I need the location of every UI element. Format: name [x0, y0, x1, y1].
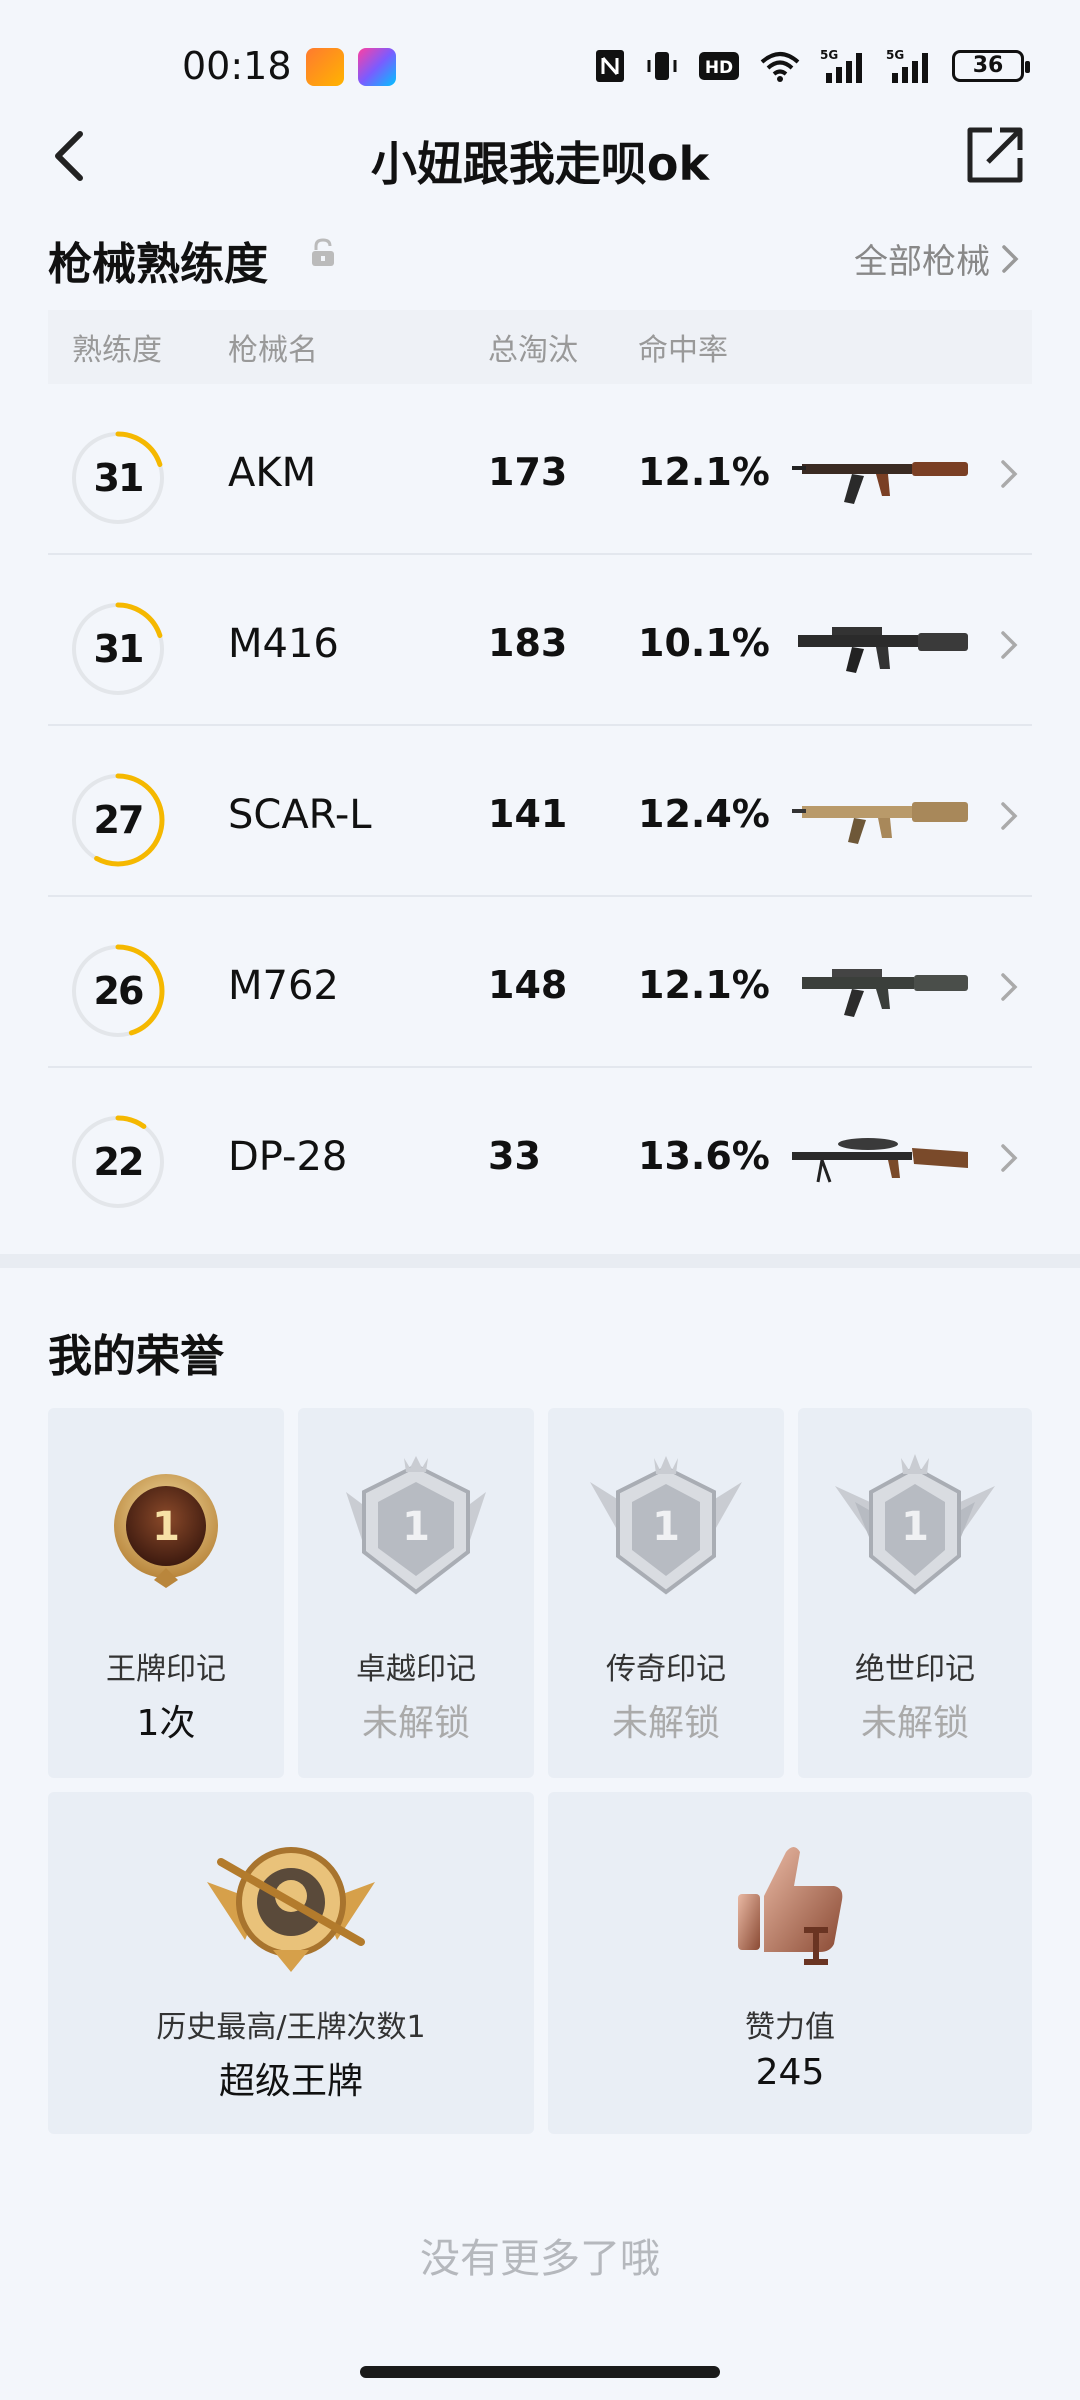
- proficiency-level: 31: [93, 456, 145, 500]
- weapon-kills: 173: [488, 450, 568, 494]
- ace-mark-emblem: 1: [114, 1474, 218, 1588]
- proficiency-level: 27: [93, 798, 145, 842]
- akm-rifle-image: [792, 462, 968, 504]
- chevron-right-icon: [1001, 802, 1018, 830]
- honor-card-ace[interactable]: 1 王牌印记 1次: [48, 1408, 284, 1778]
- home-indicator[interactable]: [360, 2366, 720, 2378]
- honor-card-highest-rank[interactable]: 历史最高/王牌次数1 超级王牌: [48, 1792, 534, 2134]
- honor-label: 赞力值: [745, 2010, 835, 2045]
- weapon-name: AKM: [228, 450, 317, 496]
- m762-rifle-image: [802, 969, 968, 1017]
- weapon-kills: 141: [488, 792, 568, 836]
- share-icon[interactable]: [964, 122, 1028, 186]
- top-bar: 小妞跟我走呗ok: [0, 112, 1080, 200]
- excellence-mark-emblem: 1: [346, 1456, 486, 1595]
- peerless-mark-number: 1: [901, 1504, 929, 1550]
- proficiency-level: 22: [93, 1140, 145, 1184]
- honor-value: 245: [755, 2052, 825, 2093]
- system-icons: HD 5G 5G 36: [594, 44, 1030, 88]
- honor-card-likes[interactable]: 赞力值 245: [548, 1792, 1032, 2134]
- game-app-icon: [306, 48, 344, 86]
- battery-icon: 36: [952, 50, 1030, 82]
- weapon-row-dp-28[interactable]: 22 DP-28 33 13.6%: [48, 1068, 1032, 1239]
- honor-card-peerless[interactable]: 1 绝世印记 未解锁: [798, 1408, 1032, 1778]
- honor-label: 历史最高/王牌次数1: [156, 2010, 426, 2045]
- svg-text:HD: HD: [705, 58, 733, 78]
- vibrate-icon: [647, 52, 677, 80]
- weapon-hit-rate: 10.1%: [638, 621, 770, 665]
- honor-value: 超级王牌: [218, 2061, 363, 2102]
- excellence-mark-number: 1: [402, 1504, 430, 1550]
- col-total-kills: 总淘汰: [488, 333, 578, 368]
- wifi-icon: [760, 52, 800, 82]
- honor-card-excellence[interactable]: 1 卓越印记 未解锁: [298, 1408, 534, 1778]
- honor-section-title: 我的荣誉: [48, 1331, 224, 1382]
- col-weapon-name: 枪械名: [228, 333, 318, 368]
- honor-label: 绝世印记: [855, 1652, 975, 1687]
- weapon-hit-rate: 12.1%: [638, 450, 770, 494]
- weapon-hit-rate: 12.4%: [638, 792, 770, 836]
- dp-28-lmg-image: [792, 1138, 968, 1183]
- weapon-name: SCAR-L: [228, 792, 372, 838]
- col-hit-rate: 命中率: [638, 333, 728, 368]
- honor-value: 未解锁: [611, 1703, 720, 1744]
- chevron-right-icon: [1001, 1144, 1018, 1172]
- weapon-name: M416: [228, 621, 339, 667]
- all-weapons-label: 全部枪械: [854, 242, 990, 282]
- weapons-section-title: 枪械熟练度: [48, 239, 268, 290]
- honor-label: 王牌印记: [106, 1652, 226, 1687]
- chevron-right-icon: [1001, 973, 1018, 1001]
- unlock-icon[interactable]: [310, 238, 336, 268]
- table-header: 熟练度 枪械名 总淘汰 命中率: [48, 310, 1032, 384]
- section-divider: [0, 1254, 1080, 1268]
- nfc-icon: [596, 50, 624, 82]
- no-more-text: 没有更多了哦: [420, 2236, 660, 2282]
- weapon-row-akm[interactable]: 31 AKM 173 12.1%: [48, 384, 1032, 555]
- weapon-name: DP-28: [228, 1134, 348, 1180]
- svg-text:5G: 5G: [886, 48, 904, 62]
- honor-value: 1次: [136, 1703, 196, 1744]
- honor-label: 传奇印记: [606, 1652, 726, 1687]
- weapon-kills: 33: [488, 1134, 541, 1178]
- honor-label: 卓越印记: [356, 1652, 476, 1687]
- weapon-kills: 148: [488, 963, 568, 1007]
- weapon-hit-rate: 13.6%: [638, 1134, 770, 1178]
- weapon-row-m416[interactable]: 31 M416 183 10.1%: [48, 555, 1032, 726]
- ace-rank-emblem: [207, 1847, 375, 1972]
- col-proficiency: 熟练度: [72, 333, 162, 368]
- chevron-right-icon: [1001, 631, 1018, 659]
- star-app-icon: [358, 48, 396, 86]
- page-title: 小妞跟我走呗ok: [370, 137, 710, 191]
- weapon-hit-rate: 12.1%: [638, 963, 770, 1007]
- weapon-name: M762: [228, 963, 339, 1009]
- 5g-signal-icon: 5G: [886, 48, 928, 83]
- m416-rifle-image: [798, 627, 968, 673]
- weapon-row-m762[interactable]: 26 M762 148 12.1%: [48, 897, 1032, 1068]
- all-weapons-link[interactable]: 全部枪械: [854, 234, 1020, 283]
- honor-value: 未解锁: [361, 1703, 470, 1744]
- weapon-row-scar-l[interactable]: 27 SCAR-L 141 12.4%: [48, 726, 1032, 897]
- hd-icon: HD: [699, 52, 739, 80]
- legendary-mark-number: 1: [652, 1504, 680, 1550]
- weapon-kills: 183: [488, 621, 568, 665]
- legendary-mark-emblem: 1: [590, 1456, 742, 1595]
- proficiency-level: 26: [93, 969, 145, 1013]
- weapon-table: 熟练度 枪械名 总淘汰 命中率 31 AKM 173 12.1% 31 M416…: [48, 310, 1032, 1239]
- chevron-right-icon: [1002, 244, 1019, 273]
- thumbs-up-icon: [738, 1847, 843, 1965]
- clock: 00:18: [182, 44, 292, 88]
- honor-value: 未解锁: [860, 1703, 969, 1744]
- honor-card-legendary[interactable]: 1 传奇印记 未解锁: [548, 1408, 784, 1778]
- chevron-right-icon: [1001, 460, 1018, 488]
- proficiency-level: 31: [93, 627, 145, 671]
- svg-text:5G: 5G: [820, 48, 838, 62]
- ace-mark-number: 1: [152, 1504, 180, 1550]
- scar-l-rifle-image: [792, 802, 968, 844]
- 5g-signal-icon: 5G: [820, 48, 862, 83]
- peerless-mark-emblem: 1: [835, 1454, 995, 1595]
